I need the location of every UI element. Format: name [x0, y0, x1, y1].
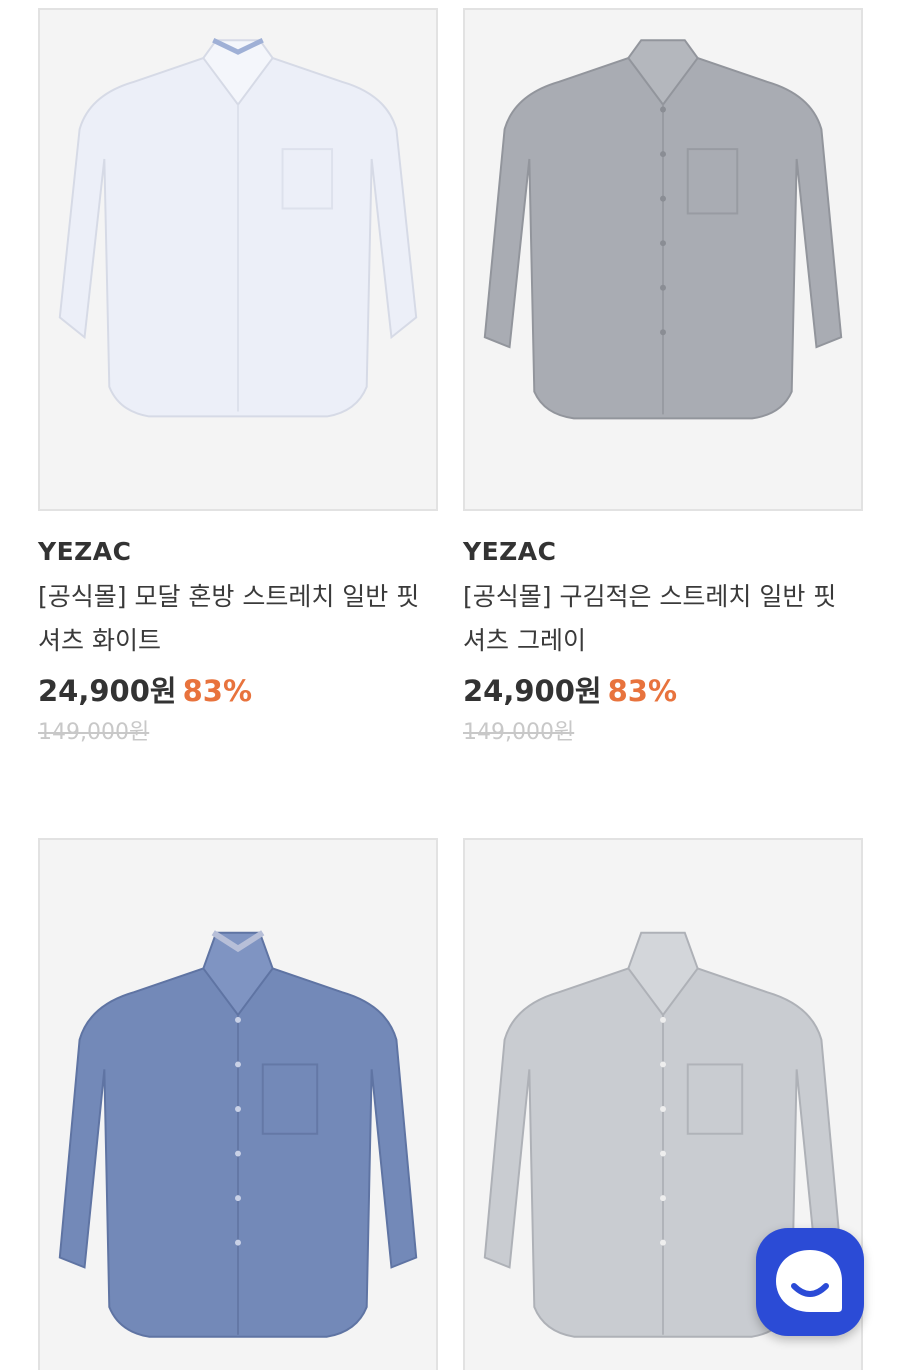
- product-title[interactable]: [공식몰] 모달 혼방 스트레치 일반 핏 셔츠 화이트: [38, 575, 433, 663]
- chat-button[interactable]: [756, 1228, 864, 1336]
- product-image[interactable]: [38, 8, 438, 511]
- blue-shirt-image: [58, 930, 418, 1338]
- original-price: 149,000원: [463, 720, 575, 745]
- gray-shirt-image: [483, 39, 843, 420]
- sale-price: 24,900원: [38, 674, 177, 708]
- product-card[interactable]: YEZAC [공식몰] 모달 혼방 스트레치 일반 핏 셔츠 화이트 24,90…: [38, 8, 438, 750]
- discount-rate: 83%: [607, 674, 678, 708]
- original-price: 149,000원: [38, 720, 150, 745]
- product-image[interactable]: [38, 838, 438, 1370]
- discount-rate: 83%: [182, 674, 253, 708]
- sale-price: 24,900원: [463, 674, 602, 708]
- brand-name: YEZAC: [38, 537, 132, 566]
- product-card[interactable]: YEZAC [공식몰] 구김적은 스트레치 일반 핏 셔츠 그레이 24,900…: [463, 8, 863, 750]
- brand-name: YEZAC: [463, 537, 557, 566]
- product-image[interactable]: [463, 8, 863, 511]
- product-title[interactable]: [공식몰] 구김적은 스트레치 일반 핏 셔츠 그레이: [463, 575, 858, 663]
- product-card[interactable]: [38, 838, 438, 1370]
- white-shirt-image: [58, 37, 418, 418]
- chat-smile-icon: [776, 1250, 842, 1312]
